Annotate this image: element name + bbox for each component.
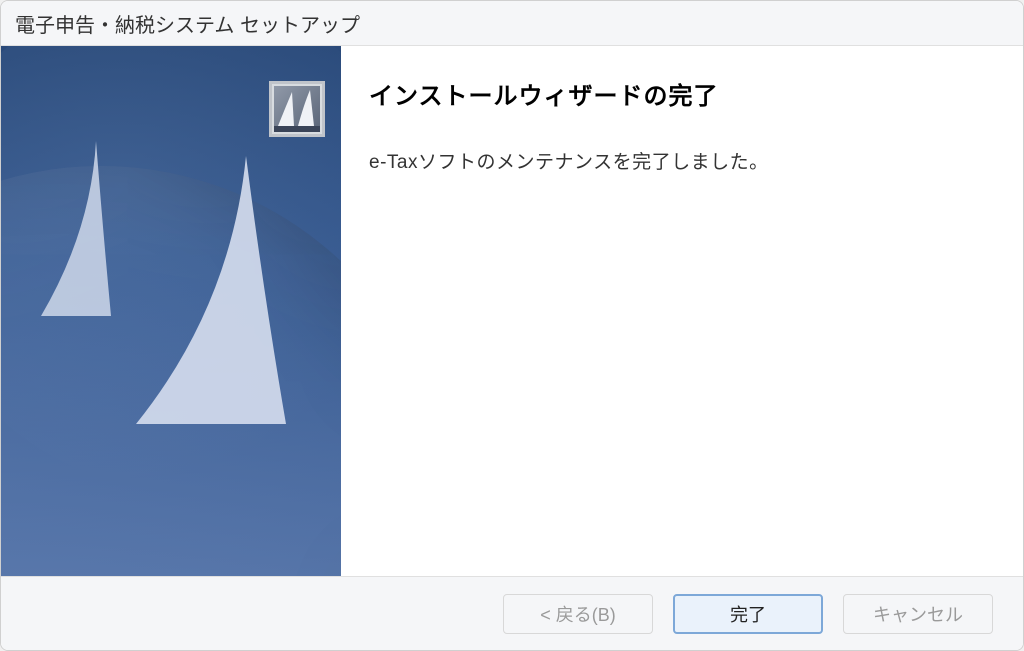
wizard-body-text: e-Taxソフトのメンテナンスを完了しました。 bbox=[369, 147, 983, 174]
finish-button[interactable]: 完了 bbox=[673, 594, 823, 634]
back-button: < 戻る(B) bbox=[503, 594, 653, 634]
cancel-button: キャンセル bbox=[843, 594, 993, 634]
footer-button-bar: < 戻る(B) 完了 キャンセル bbox=[1, 576, 1023, 650]
content-area: インストールウィザードの完了 e-Taxソフトのメンテナンスを完了しました。 bbox=[1, 46, 1023, 576]
wizard-heading: インストールウィザードの完了 bbox=[369, 76, 983, 111]
sail-small-graphic bbox=[41, 141, 131, 321]
installer-window: 電子申告・納税システム セットアップ bbox=[0, 0, 1024, 651]
main-panel: インストールウィザードの完了 e-Taxソフトのメンテナンスを完了しました。 bbox=[341, 46, 1023, 576]
installshield-logo-icon bbox=[269, 81, 325, 137]
window-title: 電子申告・納税システム セットアップ bbox=[15, 9, 360, 38]
titlebar: 電子申告・納税システム セットアップ bbox=[1, 1, 1023, 46]
side-banner bbox=[1, 46, 341, 576]
sail-large-graphic bbox=[136, 156, 316, 436]
